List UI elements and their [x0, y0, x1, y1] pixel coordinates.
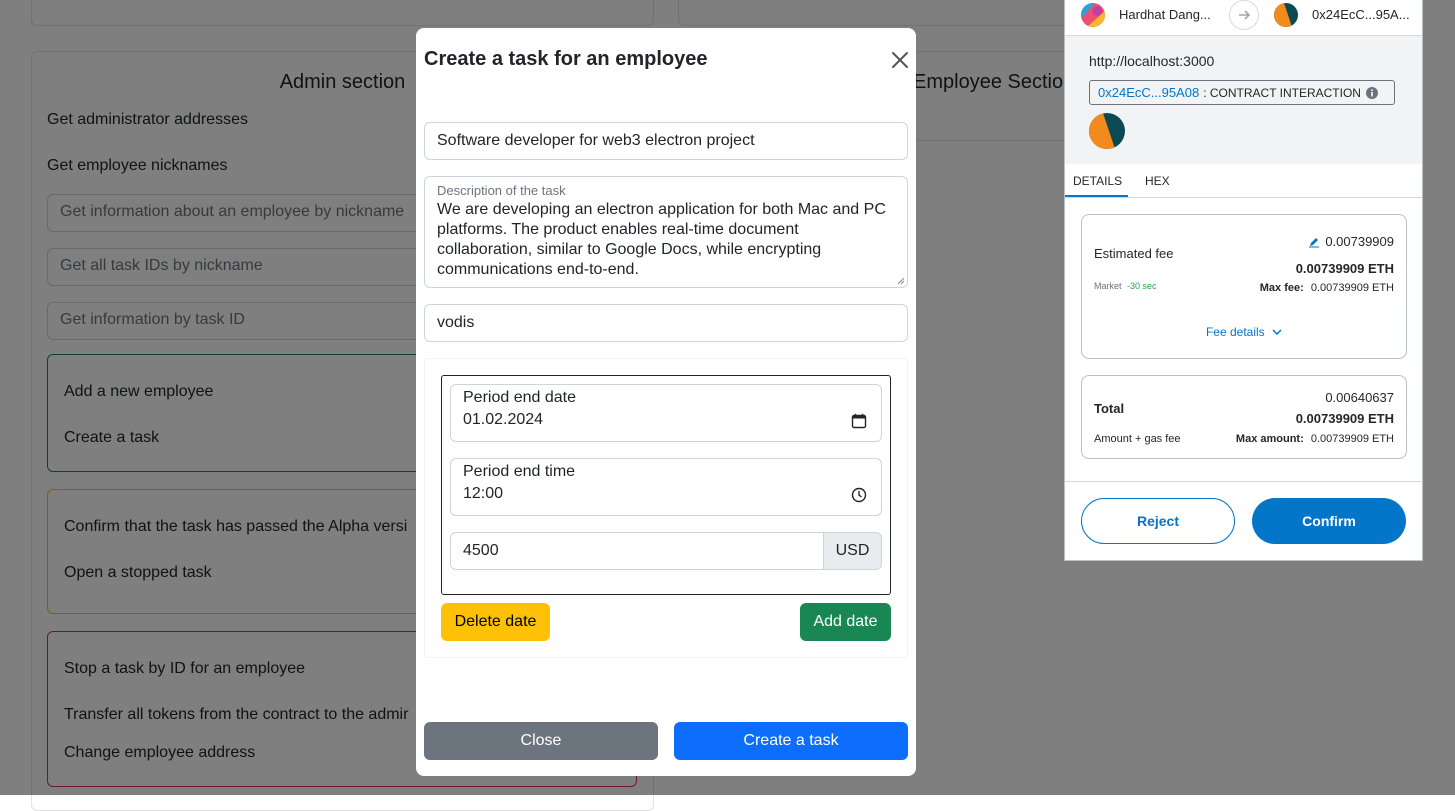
tab-details[interactable]: DETAILS: [1073, 174, 1122, 188]
total-eth: 0.00739909 ETH: [1295, 411, 1394, 426]
description-value: We are developing an electron applicatio…: [437, 201, 886, 278]
footer-divider: [1065, 481, 1422, 482]
info-icon[interactable]: [1365, 86, 1378, 99]
arrow-right-icon: [1229, 0, 1259, 30]
to-account-avatar: [1274, 3, 1298, 27]
estimated-fee-label: Estimated fee: [1094, 246, 1174, 261]
resize-grip-icon[interactable]: [897, 277, 905, 285]
max-amount-label: Max amount:: [1235, 433, 1304, 445]
create-task-button[interactable]: Create a task: [674, 722, 908, 760]
from-account-name: Hardhat Dang...: [1119, 7, 1211, 22]
period-end-time-field[interactable]: Period end time 12:00: [450, 458, 882, 516]
task-description-textarea[interactable]: Description of the task We are developin…: [424, 176, 908, 288]
clock-icon[interactable]: [851, 487, 867, 503]
period-end-date-label: Period end date: [463, 389, 576, 406]
chevron-down-icon: [1272, 329, 1282, 336]
max-amount-value: 0.00739909 ETH: [1310, 433, 1394, 445]
to-account-address: 0x24EcC...95A...: [1312, 7, 1410, 22]
date-entry-box: Period end date 01.02.2024 Period end ti…: [441, 375, 891, 595]
estimated-fee-value: 0.00739909: [1325, 234, 1394, 249]
estimated-fee-box: Estimated fee 0.00739909 0.00739909 ETH …: [1081, 214, 1407, 359]
fee-details-link[interactable]: Fee details: [1082, 325, 1406, 339]
contract-address-link[interactable]: 0x24EcC...95A08: [1098, 85, 1199, 100]
amount-input[interactable]: 4500: [450, 532, 824, 570]
reject-button[interactable]: Reject: [1081, 498, 1235, 544]
period-end-time-value: 12:00: [463, 485, 504, 502]
period-end-time-label: Period end time: [463, 463, 576, 480]
contract-interaction-pill: 0x24EcC...95A08 : CONTRACT INTERACTION: [1089, 80, 1395, 105]
market-time: -30 sec: [1127, 281, 1157, 291]
delete-date-button[interactable]: Delete date: [441, 603, 550, 641]
amount-value: 4500: [463, 542, 499, 559]
add-date-button[interactable]: Add date: [800, 603, 891, 641]
total-box: 0.00640637 Total 0.00739909 ETH Amount +…: [1081, 375, 1407, 459]
modal-title: Create a task for an employee: [424, 48, 708, 70]
period-end-date-field[interactable]: Period end date 01.02.2024: [450, 384, 882, 442]
close-icon[interactable]: [890, 50, 910, 70]
max-fee-label: Max fee:: [1259, 282, 1304, 294]
dates-container: Period end date 01.02.2024 Period end ti…: [424, 358, 908, 658]
metamask-origin-panel: http://localhost:3000 0x24EcC...95A08 : …: [1065, 36, 1422, 164]
estimated-fee-eth: 0.00739909 ETH: [1295, 261, 1394, 276]
create-task-modal: Create a task for an employee Software d…: [416, 28, 916, 776]
amount-gas-label: Amount + gas fee: [1094, 433, 1181, 445]
total-value: 0.00640637: [1325, 390, 1394, 405]
task-title-value: Software developer for web3 electron pro…: [437, 132, 755, 149]
tab-hex[interactable]: HEX: [1145, 174, 1170, 188]
task-title-input[interactable]: Software developer for web3 electron pro…: [424, 122, 908, 160]
metamask-popup: Hardhat Dang... 0x24EcC...95A... http://…: [1064, 0, 1423, 561]
calendar-icon[interactable]: [851, 413, 867, 429]
description-label: Description of the task: [437, 183, 566, 198]
currency-addon: USD: [824, 532, 882, 570]
max-fee-row: Max fee: 0.00739909 ETH: [1260, 282, 1394, 294]
nickname-input[interactable]: vodis: [424, 304, 908, 342]
nickname-value: vodis: [437, 314, 475, 331]
max-amount-row: Max amount: 0.00739909 ETH: [1236, 433, 1394, 445]
total-label: Total: [1094, 401, 1125, 416]
market-label: Market: [1094, 281, 1122, 291]
active-tab-indicator: [1065, 195, 1128, 197]
market-row: Market -30 sec: [1094, 281, 1157, 291]
close-button[interactable]: Close: [424, 722, 658, 760]
metamask-tabs: DETAILS HEX: [1065, 164, 1422, 198]
fee-details-label: Fee details: [1205, 325, 1265, 339]
estimated-fee-row: 0.00739909: [1308, 234, 1394, 249]
from-account-avatar: [1081, 3, 1105, 27]
contract-interaction-label: : CONTRACT INTERACTION: [1203, 85, 1361, 100]
amount-input-group: 4500 USD: [450, 532, 882, 570]
origin-url: http://localhost:3000: [1089, 53, 1215, 69]
confirm-button[interactable]: Confirm: [1252, 498, 1406, 544]
edit-pencil-icon[interactable]: [1308, 236, 1320, 248]
max-fee-value: 0.00739909 ETH: [1310, 282, 1394, 294]
contract-avatar: [1089, 113, 1125, 149]
period-end-date-value: 01.02.2024: [463, 411, 544, 428]
metamask-header: Hardhat Dang... 0x24EcC...95A...: [1065, 0, 1422, 36]
